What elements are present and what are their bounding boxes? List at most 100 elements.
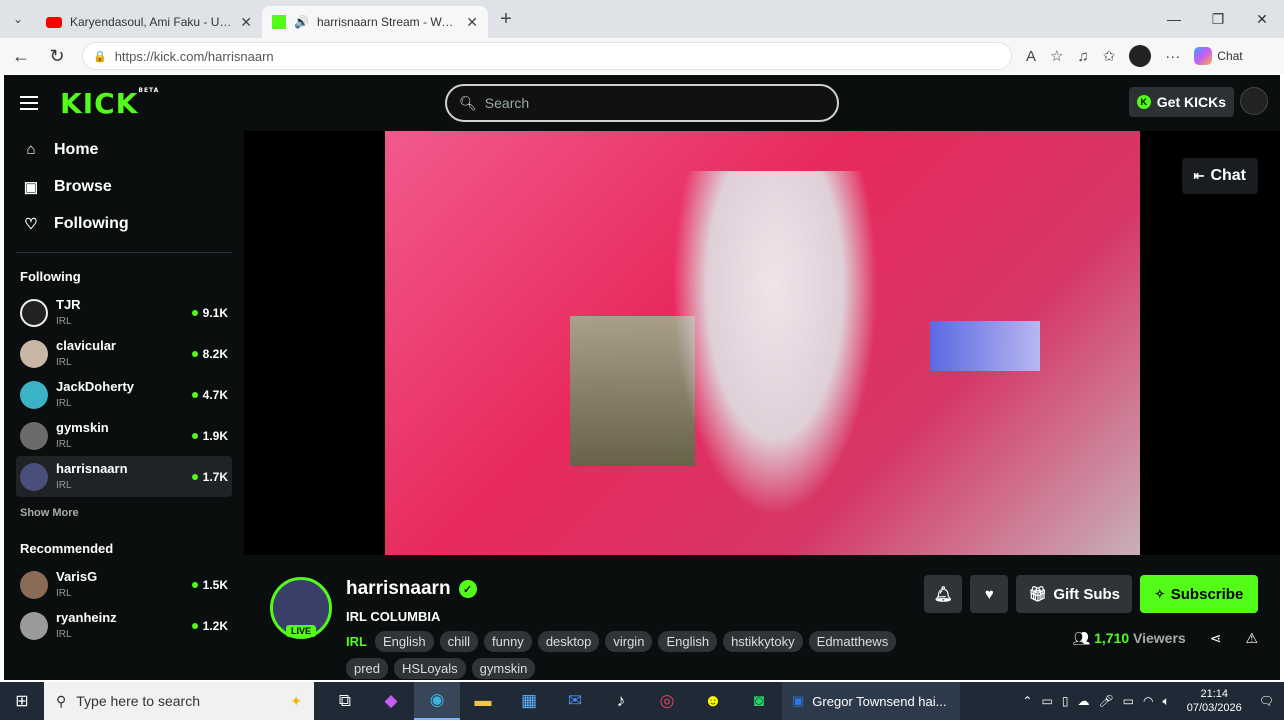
channel-name: clavicular xyxy=(56,337,116,353)
battery-icon[interactable]: ▭ xyxy=(1123,694,1134,708)
volume-icon[interactable]: 🔈︎ xyxy=(1163,694,1170,709)
viewer-stats: 👥︎ 1,710 Viewers ⋖ ⚠ xyxy=(1072,630,1258,647)
stream-info: LIVE harrisnaarn ✓ IRL COLUMBIA IRL Engl… xyxy=(244,555,1280,680)
tiktok-icon[interactable]: ♪ xyxy=(598,682,644,720)
close-tab-icon[interactable]: ✕ xyxy=(240,14,252,31)
more-icon[interactable]: ··· xyxy=(1165,48,1180,65)
close-tab-icon[interactable]: ✕ xyxy=(466,14,478,31)
menu-icon[interactable] xyxy=(20,96,38,110)
subscribe-button[interactable]: ✧ Subscribe xyxy=(1140,575,1258,613)
kick-logo[interactable]: KICKBETA xyxy=(60,87,159,120)
copilot-chat-button[interactable]: Chat xyxy=(1194,47,1243,65)
channel-name: gymskin xyxy=(56,419,109,435)
search-input[interactable]: 🔍︎ Search xyxy=(445,84,839,122)
tag[interactable]: virgin xyxy=(605,631,653,652)
tag[interactable]: desktop xyxy=(537,631,600,652)
onedrive-icon[interactable]: ☁ xyxy=(1077,694,1089,708)
avatar xyxy=(20,421,48,450)
file-explorer-icon[interactable]: ▬ xyxy=(460,682,506,720)
minimize-icon[interactable]: — xyxy=(1152,0,1196,38)
show-hidden-icons-icon[interactable]: ⌃ xyxy=(1022,694,1032,708)
notification-bell-button[interactable]: 🔔︎ xyxy=(924,575,963,613)
search-placeholder: Search xyxy=(484,95,530,111)
tag[interactable]: chill xyxy=(439,631,478,652)
share-icon[interactable]: ⋖ xyxy=(1210,630,1222,647)
heart-icon: ♡ xyxy=(24,215,38,233)
copilot-icon xyxy=(1194,47,1213,65)
favorite-star-icon[interactable]: ☆ xyxy=(1050,47,1063,65)
channel-category: IRL xyxy=(56,315,72,327)
viewer-count: 4.7K xyxy=(191,388,228,402)
taskbar-window-outlook[interactable]: ▣ Gregor Townsend hai... xyxy=(782,682,960,720)
video-frame[interactable] xyxy=(385,131,1140,555)
channel-title[interactable]: harrisnaarn ✓ xyxy=(346,578,477,600)
chat-toggle-button[interactable]: ⇤ Chat xyxy=(1181,158,1258,194)
tab-kick[interactable]: 🔊 harrisnaarn Stream - Watch Li ✕ xyxy=(262,6,488,38)
favorites-icon[interactable]: ✩ xyxy=(1103,47,1116,65)
maximize-icon[interactable]: ❐ xyxy=(1196,0,1240,38)
user-avatar[interactable] xyxy=(1240,87,1268,115)
wifi-icon[interactable]: ◠ xyxy=(1143,694,1153,708)
tray-app-icon[interactable]: ▯ xyxy=(1062,694,1069,708)
refresh-icon[interactable]: ↻ xyxy=(46,46,68,67)
tag[interactable]: Edmatthews xyxy=(808,631,897,652)
back-icon[interactable]: ← xyxy=(10,46,32,67)
tag[interactable]: English xyxy=(658,631,718,652)
instagram-icon[interactable]: ◎ xyxy=(644,682,690,720)
sidebar-item-browse[interactable]: ▣ Browse xyxy=(16,168,232,205)
task-view-icon[interactable]: ⧉ xyxy=(322,682,368,720)
video-player[interactable]: ⇤ Chat xyxy=(244,131,1280,555)
snapchat-icon[interactable]: ☻ xyxy=(690,682,736,720)
microsoft-store-icon[interactable]: ▦ xyxy=(506,682,552,720)
category-link[interactable]: IRL xyxy=(346,634,367,649)
channel-item-selected[interactable]: harrisnaarn IRL 1.7K xyxy=(16,456,232,497)
channel-item[interactable]: TJR IRL 9.1K xyxy=(16,292,232,333)
youtube-icon xyxy=(46,16,62,28)
sidebar-item-home[interactable]: ⌂ Home xyxy=(16,131,232,168)
channel-item[interactable]: JackDoherty IRL 4.7K xyxy=(16,374,232,415)
notifications-icon[interactable]: 🗨︎ xyxy=(1259,694,1274,708)
sidebar: ⌂ Home ▣ Browse ♡ Following Following TJR IR… xyxy=(4,131,244,680)
tray-app-icon[interactable]: ▭ xyxy=(1041,694,1052,708)
follow-button[interactable]: ♥ xyxy=(970,575,1009,613)
avatar xyxy=(20,570,48,599)
report-warning-icon[interactable]: ⚠ xyxy=(1245,630,1258,647)
channel-item[interactable]: clavicular IRL 8.2K xyxy=(16,333,232,374)
edge-browser-icon[interactable]: ◉ xyxy=(414,682,460,720)
speaker-icon[interactable]: 🔊 xyxy=(294,15,309,29)
tag[interactable]: English xyxy=(374,631,434,652)
get-kicks-button[interactable]: K Get KICKs xyxy=(1128,87,1234,117)
taskbar-search-input[interactable]: ⚲ Type here to search ✦ xyxy=(44,682,314,720)
clock[interactable]: 21:14 07/03/2026 xyxy=(1187,687,1242,715)
tag[interactable]: hstikkytoky xyxy=(723,631,803,652)
sidebar-item-following[interactable]: ♡ Following xyxy=(16,205,232,242)
copilot-icon[interactable]: ◆ xyxy=(368,682,414,720)
media-icon[interactable]: ♫ xyxy=(1077,48,1088,65)
tab-youtube[interactable]: Karyendasoul, Ami Faku - Umthan ✕ xyxy=(36,6,262,38)
tab-list-dropdown-icon[interactable]: ⌄ xyxy=(0,12,36,26)
show-more-link[interactable]: Show More xyxy=(20,507,228,519)
url-field[interactable]: 🔒 https://kick.com/harrisnaarn xyxy=(82,42,1012,70)
microphone-icon[interactable]: 🎤︎ xyxy=(1098,694,1113,708)
tag[interactable]: funny xyxy=(484,631,532,652)
gift-subs-button[interactable]: 🎁︎ Gift Subs xyxy=(1016,575,1132,613)
mail-icon[interactable]: ✉ xyxy=(552,682,598,720)
tag[interactable]: gymskin xyxy=(471,658,536,679)
tag[interactable]: HSLoyals xyxy=(394,658,466,679)
live-dot-icon xyxy=(191,391,198,398)
recommended-heading: Recommended xyxy=(20,541,114,556)
avatar xyxy=(20,298,48,327)
whatsapp-icon[interactable]: ◙ xyxy=(736,682,782,720)
read-aloud-icon[interactable]: A xyxy=(1026,48,1036,65)
windows-start-icon[interactable]: ⊞ xyxy=(0,691,44,711)
channel-item[interactable]: gymskin IRL 1.9K xyxy=(16,415,232,456)
tag[interactable]: pred xyxy=(346,658,389,679)
profile-avatar[interactable] xyxy=(1129,45,1152,67)
channel-category: IRL xyxy=(56,628,72,640)
channel-item[interactable]: VarisG IRL 1.5K xyxy=(16,564,232,605)
new-tab-icon[interactable]: + xyxy=(488,8,524,31)
channel-name: harrisnaarn xyxy=(56,460,128,476)
window-controls: — ❐ ✕ xyxy=(1152,0,1284,38)
close-window-icon[interactable]: ✕ xyxy=(1240,0,1284,38)
channel-item[interactable]: ryanheinz IRL 1.2K xyxy=(16,605,232,646)
